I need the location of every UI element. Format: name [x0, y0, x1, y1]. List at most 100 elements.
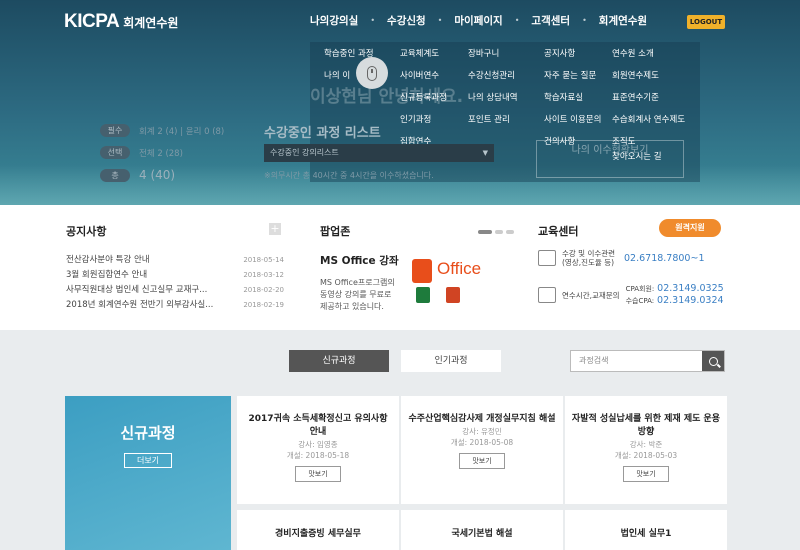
- course-card[interactable]: 국세기본법 해설: [401, 510, 563, 550]
- stat-value: 4 (40): [139, 168, 176, 182]
- nav-mypage[interactable]: 마이페이지: [454, 13, 502, 29]
- nav-institute[interactable]: 회계연수원: [599, 13, 647, 29]
- tab-new-courses[interactable]: 신규과정: [289, 350, 389, 372]
- menu-item[interactable]: 교육체계도: [400, 48, 447, 61]
- site-logo[interactable]: KICPA 회계연수원: [64, 11, 178, 33]
- mouse-cursor-icon: [356, 57, 388, 89]
- menu-item[interactable]: 나의 상담내역: [468, 92, 518, 105]
- notice-text: 3월 회원집합연수 안내: [66, 270, 148, 280]
- list-item[interactable]: 전산감사분야 특강 안내 2018-05-14: [66, 253, 284, 268]
- office-logo-icon[interactable]: Office: [412, 255, 497, 315]
- popup-description: MS Office프로그램의 동영상 강의를 무료로 제공하고 있습니다.: [320, 278, 395, 311]
- stat-value: 전체 2 (28): [139, 148, 183, 159]
- course-title: 수주산업핵심감사제 개정실무지침 해설: [408, 414, 556, 424]
- total-credits: 총 4 (40): [100, 168, 175, 182]
- search-input[interactable]: 과정검색: [579, 351, 608, 371]
- contact-label: 연수시간,교재문의: [562, 290, 620, 300]
- monitor-icon: [538, 250, 556, 266]
- contact-row-materials: 연수시간,교재문의 CPA회원: 02.3149.0325 수습CPA: 02.…: [538, 283, 724, 307]
- nav-separator: •: [514, 16, 520, 25]
- stat-label: 필수: [100, 124, 130, 137]
- menu-item[interactable]: 수습회계사 연수제도: [612, 114, 685, 127]
- notice-date: 2018-05-14: [243, 256, 284, 264]
- menu-item[interactable]: 인기과정: [400, 114, 447, 127]
- greeting-text: 이상현님 안녕하세요.: [310, 87, 464, 107]
- caret-down-icon: ▼: [482, 149, 488, 157]
- menu-item[interactable]: 포인트 관리: [468, 114, 518, 127]
- course-card[interactable]: 2017귀속 소득세확정신고 유의사항 안내 강사: 임영종 개설: 2018-…: [237, 396, 399, 504]
- course-title: 국세기본법 해설: [451, 529, 513, 539]
- learning-list-select[interactable]: 수강중인 강의리스트 ▼: [264, 144, 494, 162]
- course-card[interactable]: 법인세 실무1: [565, 510, 727, 550]
- menu-item[interactable]: 표준연수기준: [612, 92, 685, 105]
- dot[interactable]: [495, 230, 503, 234]
- stat-label: 선택: [100, 146, 130, 159]
- nav-separator: •: [370, 16, 376, 25]
- preview-button[interactable]: 맛보기: [459, 453, 505, 469]
- list-item[interactable]: 3월 회원집합연수 안내 2018-03-12: [66, 268, 284, 283]
- course-title: 2017귀속 소득세확정신고 유의사항 안내: [248, 414, 388, 437]
- menu-item[interactable]: 사이트 이용문의: [544, 114, 601, 127]
- course-date: 개설: 2018-05-18: [286, 451, 350, 460]
- course-card[interactable]: 경비지출증빙 세무실무: [237, 510, 399, 550]
- course-teacher: 강사: 임영종: [298, 440, 338, 449]
- course-title: 법인세 실무1: [620, 529, 672, 539]
- logout-button[interactable]: LOGOUT: [687, 15, 725, 29]
- stat-label: 총: [100, 168, 130, 182]
- popup-title: 팝업존: [320, 225, 351, 238]
- learning-list-title: 수강중인 과정 리스트: [264, 126, 381, 141]
- remote-support-button[interactable]: 원격지원: [659, 219, 721, 237]
- book-icon: [538, 287, 556, 303]
- carousel-dots[interactable]: [478, 230, 514, 234]
- office-wordmark: Office: [437, 259, 482, 278]
- list-item[interactable]: 사무직원대상 법인세 신고실무 교재구... 2018-02-20: [66, 283, 284, 298]
- menu-item[interactable]: 회원연수제도: [612, 70, 685, 83]
- more-button[interactable]: 더보기: [123, 453, 173, 468]
- search-button[interactable]: [702, 351, 724, 371]
- contact-row-course: 수강 및 이수관련 (영상,진도율 등) 02.6718.7800~1: [538, 249, 705, 267]
- course-date: 개설: 2018-05-03: [614, 451, 678, 460]
- stat-value: 회계 2 (4) | 윤리 0 (8): [139, 126, 225, 137]
- my-progress-button[interactable]: 나의 이수현황보기: [536, 140, 684, 178]
- dot[interactable]: [506, 230, 514, 234]
- course-card[interactable]: 자발적 성실납세를 위한 제재 제도 운용방향 강사: 박준 개설: 2018-…: [565, 396, 727, 504]
- menu-item[interactable]: 공지사항: [544, 48, 601, 61]
- menu-column-support: 공지사항 자주 묻는 질문 학습자료실 사이트 이용문의 건의사항: [544, 48, 601, 149]
- contact-number: 02.6718.7800~1: [624, 252, 705, 264]
- preview-button[interactable]: 맛보기: [623, 466, 669, 482]
- contact-number: 02.3149.0325: [657, 283, 724, 294]
- menu-item[interactable]: 연수원 소개: [612, 48, 685, 61]
- menu-item[interactable]: 자주 묻는 질문: [544, 70, 601, 83]
- popup-heading[interactable]: MS Office 강좌: [320, 253, 399, 268]
- elective-credits: 선택 전체 2 (28): [100, 146, 183, 159]
- preview-button[interactable]: 맛보기: [295, 466, 341, 482]
- notice-date: 2018-02-19: [243, 301, 284, 309]
- menu-item[interactable]: 장바구니: [468, 48, 518, 61]
- required-credits: 필수 회계 2 (4) | 윤리 0 (8): [100, 124, 224, 137]
- nav-separator: •: [437, 16, 443, 25]
- contact-label: 수강 및 이수관련 (영상,진도율 등): [562, 249, 616, 267]
- notice-date: 2018-02-20: [243, 286, 284, 294]
- plus-icon[interactable]: +: [269, 223, 281, 235]
- nav-customer-center[interactable]: 고객센터: [531, 13, 570, 29]
- course-card[interactable]: 수주산업핵심감사제 개정실무지침 해설 강사: 유정민 개설: 2018-05-…: [401, 396, 563, 504]
- course-search[interactable]: 과정검색: [570, 350, 725, 372]
- notice-panel: 공지사항 + 전산감사분야 특강 안내 2018-05-14 3월 회원집합연수 …: [62, 205, 284, 330]
- menu-item[interactable]: 수강신청관리: [468, 70, 518, 83]
- nav-enrollment[interactable]: 수강신청: [387, 13, 426, 29]
- course-teacher: 강사: 유정민: [462, 427, 502, 436]
- menu-column-mypage: 장바구니 수강신청관리 나의 상담내역 포인트 관리: [468, 48, 518, 127]
- menu-item[interactable]: 학습자료실: [544, 92, 601, 105]
- tab-popular-courses[interactable]: 인기과정: [401, 350, 501, 372]
- notice-date: 2018-03-12: [243, 271, 284, 279]
- dot-active[interactable]: [478, 230, 492, 234]
- excel-icon: [416, 287, 430, 303]
- notice-text: 2018년 회계연수원 전반기 외부감사실...: [66, 300, 214, 310]
- top-navigation: 나의강의실 • 수강신청 • 마이페이지 • 고객센터 • 회계연수원: [310, 13, 647, 29]
- learning-note: ※의무시간 총 40시간 중 4시간을 이수하셨습니다.: [264, 171, 434, 180]
- nav-my-classroom[interactable]: 나의강의실: [310, 13, 358, 29]
- nav-separator: •: [582, 16, 587, 25]
- powerpoint-icon: [446, 287, 460, 303]
- logo-mark: KICPA: [64, 11, 120, 32]
- list-item[interactable]: 2018년 회계연수원 전반기 외부감사실... 2018-02-19: [66, 298, 284, 313]
